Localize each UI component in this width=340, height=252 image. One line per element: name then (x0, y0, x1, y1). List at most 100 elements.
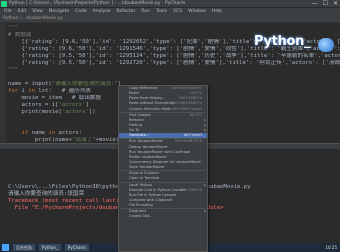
code-token: ] (85, 102, 89, 108)
menu-refactor[interactable]: Refactor (116, 8, 135, 15)
menu-item-label: Show in Explorer (129, 171, 160, 176)
menu-item-label: Paste from History... (129, 96, 166, 101)
code-token: actors = i[ (8, 102, 59, 108)
menu-item-label: Create Gist... (129, 214, 153, 219)
menu-item-icon (122, 140, 125, 143)
code-token: actors: (58, 130, 83, 136)
context-menu-item[interactable]: Generate... Alt+Insert (119, 133, 207, 139)
menu-vcs[interactable]: VCS (173, 8, 182, 15)
menu-help[interactable]: Help (212, 8, 222, 15)
breadcrumb[interactable]: Python 〉 doubanMovie.py (3, 15, 63, 23)
menu-window[interactable]: Window (188, 8, 206, 15)
menu-navigate[interactable]: Navigate (49, 8, 69, 15)
code-token: movie = item # 取出数据 (8, 95, 102, 101)
menu-view[interactable]: View (32, 8, 43, 15)
start-icon[interactable] (2, 244, 9, 251)
menu-item-label: Profile 'doubanMovie' (129, 154, 168, 159)
watermark-blob-icon (318, 38, 334, 52)
code-token: in (28, 88, 39, 94)
menu-item-label: Open in Terminal (129, 176, 160, 181)
code-token: print(movie[ (8, 109, 62, 115)
code-token: in (48, 130, 59, 136)
menu-code[interactable]: Code (75, 8, 87, 15)
menu-item-icon (122, 114, 125, 117)
menu-item-icon (122, 199, 125, 202)
menu-item-icon (122, 166, 125, 169)
close-button[interactable]: ✕ (333, 0, 338, 8)
taskbar-clock: 10:25 (325, 245, 337, 250)
code-token: 'actors' (58, 102, 86, 108)
menu-item-label: Run 'doubanMovie' (129, 139, 164, 144)
menu-item-label: Diagrams (129, 209, 147, 214)
menu-item-label: Debug 'doubanMovie' (129, 144, 169, 149)
menu-item-label: Refactor (129, 117, 145, 122)
taskbar-item[interactable]: 后台任务 (13, 244, 35, 251)
menu-item-icon (122, 97, 125, 100)
menu-item-label: Save 'doubanMovie' (129, 165, 166, 170)
code-line: """ (8, 67, 340, 74)
menu-item-icon (122, 194, 125, 197)
code-line: {'rating': [9.5,'50'],'id': '1295124','t… (8, 53, 340, 60)
code-token: for (8, 88, 22, 94)
menu-item-icon (122, 134, 125, 137)
menu-item-label: Column Selection Mode (129, 106, 172, 111)
menu-item-label: Generate... (129, 133, 150, 138)
watermark-text: Python_ (254, 34, 311, 49)
menu-item-label: Local History (129, 182, 153, 187)
taskbar-item[interactable]: Python_ (39, 244, 61, 251)
context-menu-item[interactable]: Column Selection Mode Alt+Shift+Insert (119, 107, 207, 112)
menu-item-icon (122, 215, 125, 218)
code-token: {'rating': [9.5,'50'],'id': '1292720','t… (21, 60, 340, 66)
menu-item-icon (122, 156, 125, 159)
code-token: """ (8, 25, 19, 31)
taskbar-item[interactable]: PyCharm (64, 244, 89, 251)
menu-item-icon (122, 87, 125, 90)
menu-item-icon (122, 102, 125, 105)
menu-item-shortcut: Alt+Shift+Insert (172, 106, 202, 111)
menu-item-shortcut: Alt+Insert (183, 133, 202, 138)
code-token: # 数据源 (8, 32, 32, 38)
menu-edit[interactable]: Edit (18, 8, 27, 15)
menu-item-label: Run File in Python Console (129, 192, 177, 197)
context-menu-item[interactable]: File Encoding (119, 203, 207, 208)
menu-item-icon (122, 177, 125, 180)
menu-file[interactable]: File (4, 8, 12, 15)
code-line: """ (8, 25, 340, 32)
navigation-toolbar: Python 〉 doubanMovie.py (0, 15, 340, 23)
menu-item-label: Folding (129, 122, 142, 127)
code-token: name = input( (8, 81, 52, 87)
menu-item-icon (122, 146, 125, 149)
menu-item-icon (122, 161, 125, 164)
code-token: "请输入你要查询的演员:" (51, 81, 118, 87)
menu-item-icon (122, 184, 125, 187)
code-token: name (31, 130, 49, 136)
editor-gutter (0, 23, 6, 143)
menu-item-icon (122, 119, 125, 122)
menu-item-label: Execute Line in Python Console (129, 187, 186, 192)
menu-bar: File Edit View Navigate Code Analyze Refactor R… (0, 8, 340, 15)
menu-item-icon (122, 92, 125, 95)
context-menu-item[interactable]: Open in Terminal (119, 176, 207, 181)
context-menu-item[interactable]: Save 'doubanMovie' (119, 165, 207, 170)
window-title-bar: Python [ C:\Users\...\PycharmProjects\Py… (0, 0, 340, 8)
menu-item-label: Run 'doubanMovie' with Coverage (129, 149, 191, 154)
menu-item-icon (122, 108, 125, 111)
menu-run[interactable]: Run (141, 8, 150, 15)
code-token: 'actors' (61, 109, 89, 115)
menu-item-label: Paste (129, 91, 139, 96)
minimize-button[interactable]: — (312, 0, 318, 8)
code-token: """ (8, 67, 19, 73)
code-token: ]) (88, 109, 96, 115)
menu-item-icon (122, 129, 125, 132)
menu-tools[interactable]: Tools (156, 8, 167, 15)
menu-item-label: Find Usages (129, 112, 151, 117)
context-menu-item[interactable]: Create Gist... (119, 214, 207, 219)
menu-analyze[interactable]: Analyze (93, 8, 111, 15)
window-title: Python [ C:\Users\...\PycharmProjects\Py… (9, 1, 186, 6)
menu-item-label: Go To (129, 128, 139, 133)
maximize-button[interactable]: ☐ (323, 0, 328, 8)
menu-item-icon (122, 124, 125, 127)
menu-item-label: Concurrency Diagram for 'doubanMovie' (129, 159, 202, 164)
menu-item-icon (122, 204, 125, 207)
